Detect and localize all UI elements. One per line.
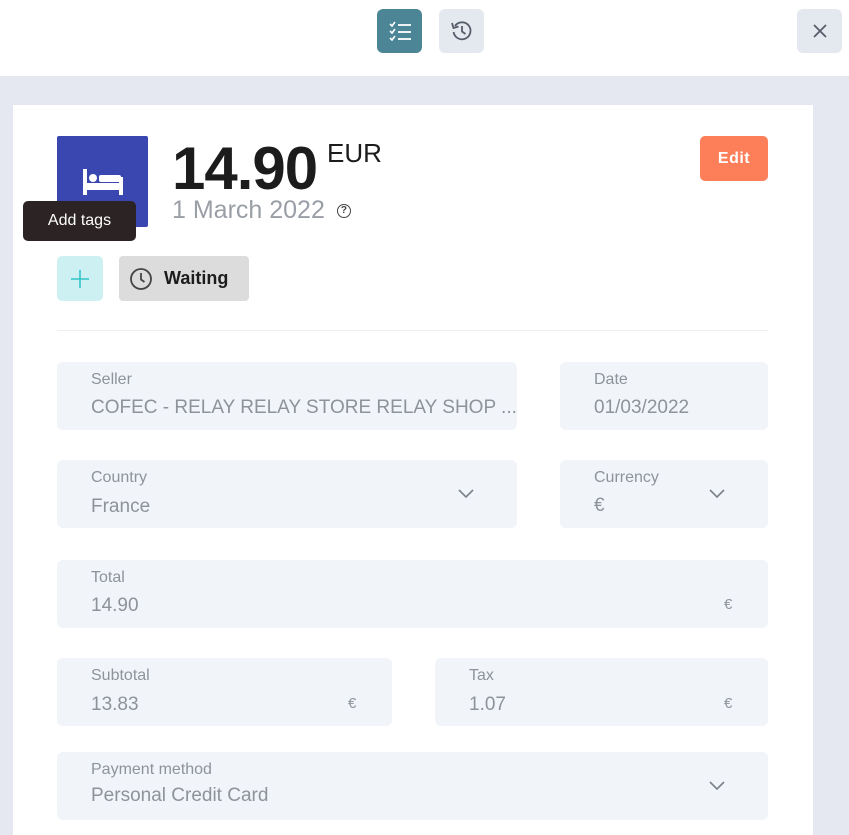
seller-field[interactable]: Seller COFEC - RELAY RELAY STORE RELAY S…: [57, 362, 517, 430]
date-field[interactable]: Date 01/03/2022: [560, 362, 768, 430]
close-button[interactable]: [797, 9, 842, 53]
date-label: Date: [594, 371, 628, 388]
currency-label: Currency: [594, 469, 659, 486]
chevron-down-icon: [709, 489, 725, 499]
subtotal-field[interactable]: Subtotal 13.83 €: [57, 658, 392, 726]
payment-method-value: Personal Credit Card: [91, 785, 269, 806]
checklist-icon: [388, 21, 411, 42]
seller-label: Seller: [91, 371, 132, 388]
date-value: 01/03/2022: [594, 397, 690, 418]
bed-icon: [82, 168, 123, 195]
currency-code: EUR: [327, 138, 382, 168]
subtotal-value: 13.83: [91, 694, 139, 715]
expense-date: 1 March 2022: [172, 196, 325, 224]
edit-button[interactable]: Edit: [700, 136, 768, 181]
close-icon: [812, 24, 827, 38]
total-value: 14.90: [91, 595, 139, 616]
details-view-button[interactable]: [377, 9, 422, 53]
plus-icon: [71, 269, 89, 288]
divider: [57, 330, 768, 331]
subtotal-currency-symbol: €: [348, 695, 357, 712]
add-tag-button[interactable]: [57, 256, 103, 301]
currency-select[interactable]: Currency €: [560, 460, 768, 528]
payment-method-label: Payment method: [91, 761, 212, 778]
history-icon: [450, 21, 471, 41]
top-toolbar: [0, 0, 849, 76]
currency-value: €: [594, 495, 605, 516]
history-button[interactable]: [439, 9, 484, 53]
total-field[interactable]: Total 14.90 €: [57, 560, 768, 628]
chevron-down-icon: [709, 781, 725, 791]
tax-label: Tax: [469, 667, 494, 684]
tax-value: 1.07: [469, 694, 506, 715]
subtotal-label: Subtotal: [91, 667, 150, 684]
total-label: Total: [91, 569, 125, 586]
chevron-down-icon: [458, 489, 474, 499]
status-badge: Waiting: [119, 256, 249, 301]
status-label: Waiting: [164, 268, 229, 288]
country-value: France: [91, 496, 151, 517]
help-icon[interactable]: ?: [336, 203, 351, 218]
country-select[interactable]: Country France: [57, 460, 517, 528]
tax-currency-symbol: €: [724, 695, 733, 712]
add-tags-tooltip: Add tags: [23, 201, 136, 241]
country-label: Country: [91, 469, 148, 486]
tax-field[interactable]: Tax 1.07 €: [435, 658, 768, 726]
expense-date-line: 1 March 2022 ?: [172, 196, 351, 225]
expense-amount: 14.90: [172, 135, 318, 202]
total-currency-symbol: €: [724, 596, 733, 613]
payment-method-select[interactable]: Payment method Personal Credit Card: [57, 752, 768, 820]
seller-value: COFEC - RELAY RELAY STORE RELAY SHOP ...: [91, 397, 517, 418]
clock-icon: [130, 267, 152, 290]
